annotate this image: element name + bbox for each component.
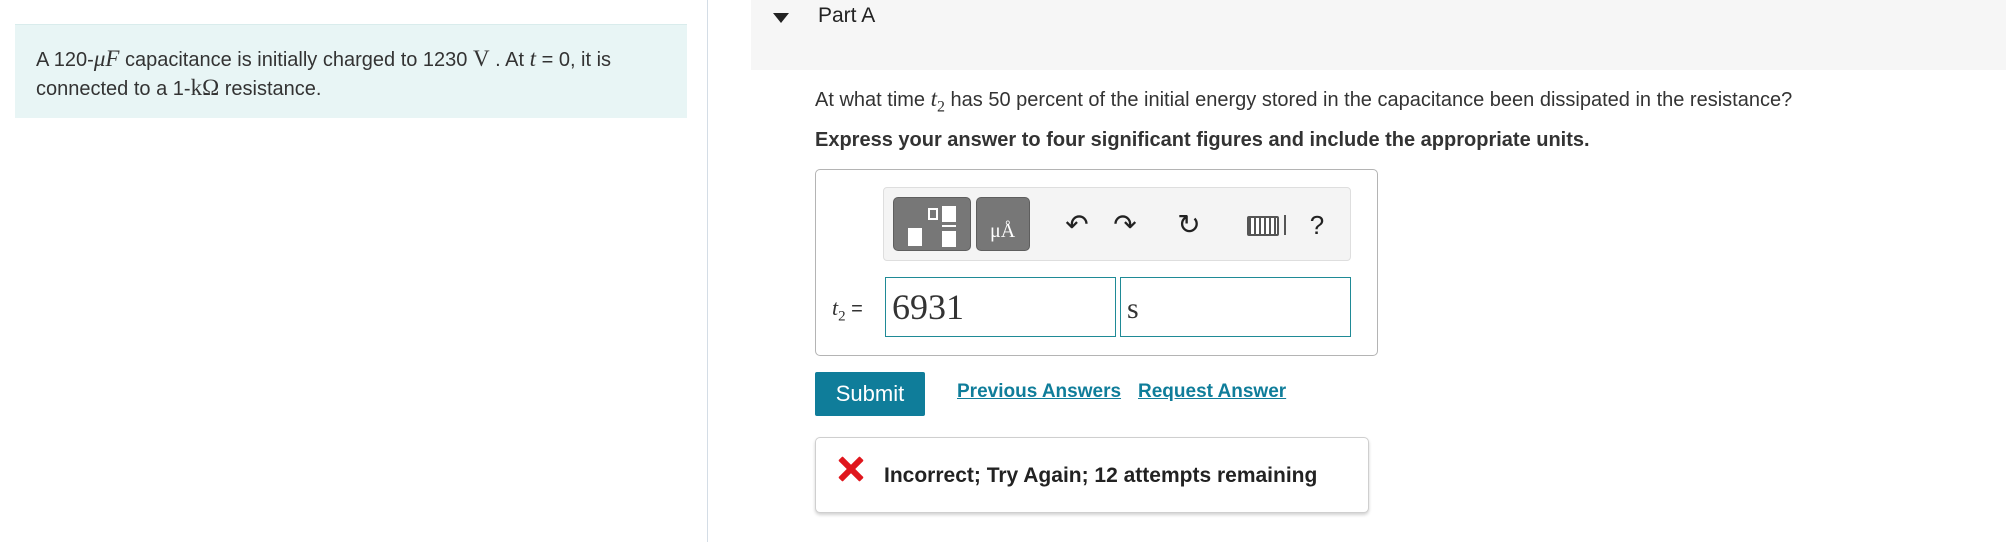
previous-answers-link[interactable]: Previous Answers xyxy=(957,381,1121,403)
answer-label-subscript: 2 xyxy=(838,308,846,325)
redo-icon[interactable]: ↷ xyxy=(1108,208,1142,242)
keyboard-cursor-icon xyxy=(1284,215,1286,235)
feedback-message: Incorrect; Try Again; 12 attempts remain… xyxy=(884,464,1318,487)
problem-text-3: . At xyxy=(489,49,530,71)
question-text: At what time t2 has 50 percent of the in… xyxy=(815,86,1792,117)
question-var-subscript: 2 xyxy=(937,98,945,116)
reset-icon[interactable]: ↻ xyxy=(1172,208,1206,242)
submit-button[interactable]: Submit xyxy=(815,372,925,416)
question-variable: t2 xyxy=(931,86,945,116)
template-fraction-top-icon xyxy=(942,206,956,222)
volt-unit: V xyxy=(472,46,490,71)
answer-value-input[interactable]: 6931 xyxy=(885,277,1116,337)
part-title: Part A xyxy=(818,4,876,27)
problem-text-1: A 120- xyxy=(36,49,94,71)
units-glyph-icon: μÅ xyxy=(990,220,1016,242)
request-answer-link[interactable]: Request Answer xyxy=(1138,381,1286,403)
answer-instruction: Express your answer to four significant … xyxy=(815,129,1590,151)
template-base-icon xyxy=(908,228,922,246)
collapse-caret-icon[interactable] xyxy=(773,13,789,23)
answer-label-var: t2 xyxy=(832,295,846,324)
units-button[interactable]: μÅ xyxy=(976,197,1030,251)
template-fraction-bar-icon xyxy=(942,225,956,227)
answer-label-equals: = xyxy=(845,298,863,320)
column-divider xyxy=(707,0,708,542)
keyboard-icon[interactable] xyxy=(1247,216,1279,236)
answer-units-input[interactable]: s xyxy=(1120,277,1351,337)
feedback-panel: Incorrect; Try Again; 12 attempts remain… xyxy=(815,437,1369,513)
answer-label: t2 = xyxy=(832,295,863,325)
template-fraction-bottom-icon xyxy=(942,231,956,247)
question-tail: has 50 percent of the initial energy sto… xyxy=(945,89,1793,111)
problem-text-5: resistance. xyxy=(219,78,322,100)
template-box-icon xyxy=(928,208,938,220)
question-lead: At what time xyxy=(815,89,931,111)
templates-button[interactable] xyxy=(893,197,971,251)
problem-text-2: capacitance is initially charged to 1230 xyxy=(119,49,473,71)
kiloohm-unit: kΩ xyxy=(190,75,220,100)
incorrect-x-icon xyxy=(838,456,864,482)
undo-icon[interactable]: ↶ xyxy=(1060,208,1094,242)
microfarad-unit: μF xyxy=(93,46,120,71)
part-header[interactable] xyxy=(751,0,2006,70)
problem-statement: A 120-μF capacitance is initially charge… xyxy=(15,24,687,118)
math-toolbar: μÅ ↶ ↷ ↻ ? xyxy=(883,187,1351,261)
help-icon[interactable]: ? xyxy=(1304,208,1330,242)
